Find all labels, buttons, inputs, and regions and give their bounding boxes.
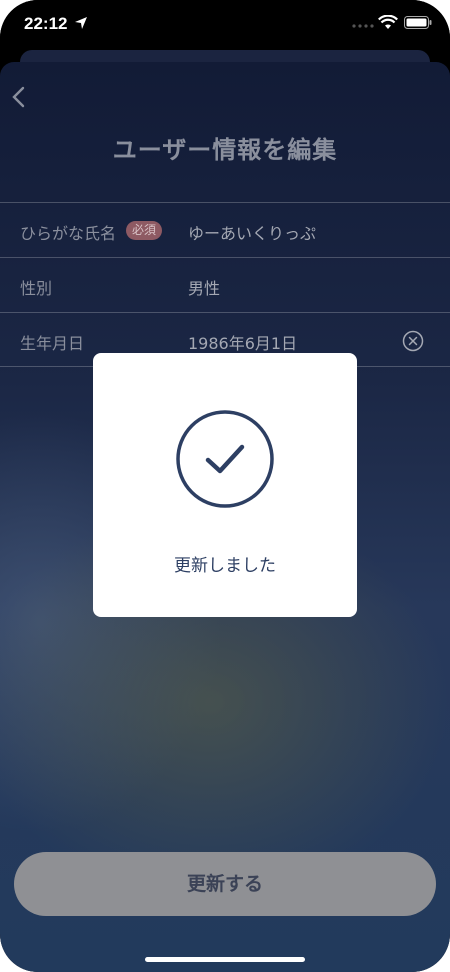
row-label: ひらがな氏名	[20, 224, 117, 243]
battery-icon	[404, 16, 432, 29]
row-value[interactable]: 1986年6月1日	[188, 330, 297, 354]
status-bar: 22:12	[0, 0, 450, 52]
chevron-left-icon[interactable]	[8, 82, 30, 112]
success-dialog: 更新しました	[93, 353, 357, 617]
signal-dots-icon	[352, 24, 374, 28]
update-button[interactable]: 更新する	[14, 852, 436, 916]
wifi-icon	[378, 15, 398, 29]
row-value[interactable]: ゆーあいくりっぷ	[188, 220, 316, 244]
phone-screen: 22:12 ユーザー情報を編集 ひらがな氏名 必須 ゆーあいくりっぷ 性別 男性…	[0, 0, 450, 972]
location-arrow-icon	[75, 17, 87, 29]
check-circle-icon	[176, 410, 274, 508]
row-label: 性別	[20, 279, 53, 298]
required-badge: 必須	[126, 221, 163, 240]
success-message: 更新しました	[174, 556, 276, 576]
status-time: 22:12	[24, 14, 68, 33]
form-row-hiragana-name[interactable]: ひらがな氏名 必須 ゆーあいくりっぷ	[0, 202, 450, 257]
row-label: 生年月日	[20, 334, 85, 353]
home-indicator	[145, 957, 305, 962]
page-title: ユーザー情報を編集	[112, 136, 338, 164]
form-row-gender[interactable]: 性別 男性	[0, 257, 450, 312]
row-value[interactable]: 男性	[188, 275, 220, 299]
clear-circle-icon[interactable]	[402, 330, 424, 352]
